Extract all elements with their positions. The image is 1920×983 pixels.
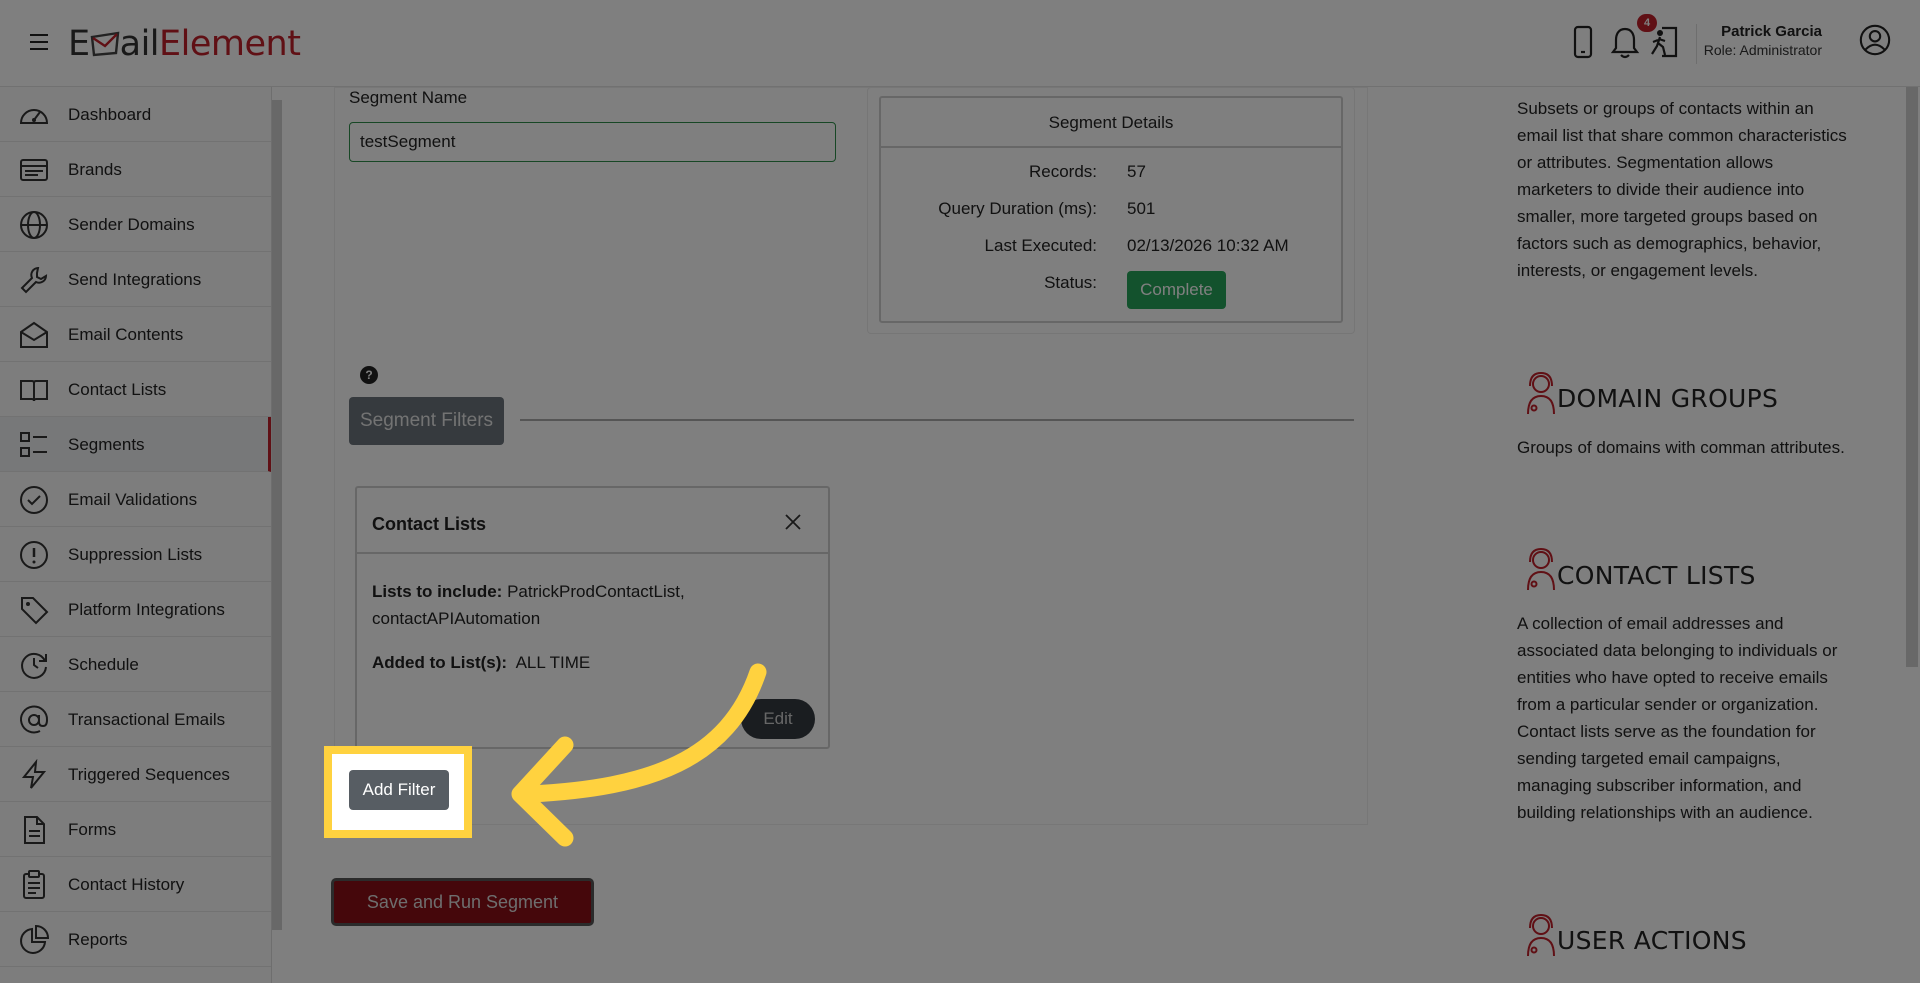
tutorial-dim-overlay <box>0 0 1920 983</box>
add-filter-button[interactable]: Add Filter <box>349 770 449 810</box>
